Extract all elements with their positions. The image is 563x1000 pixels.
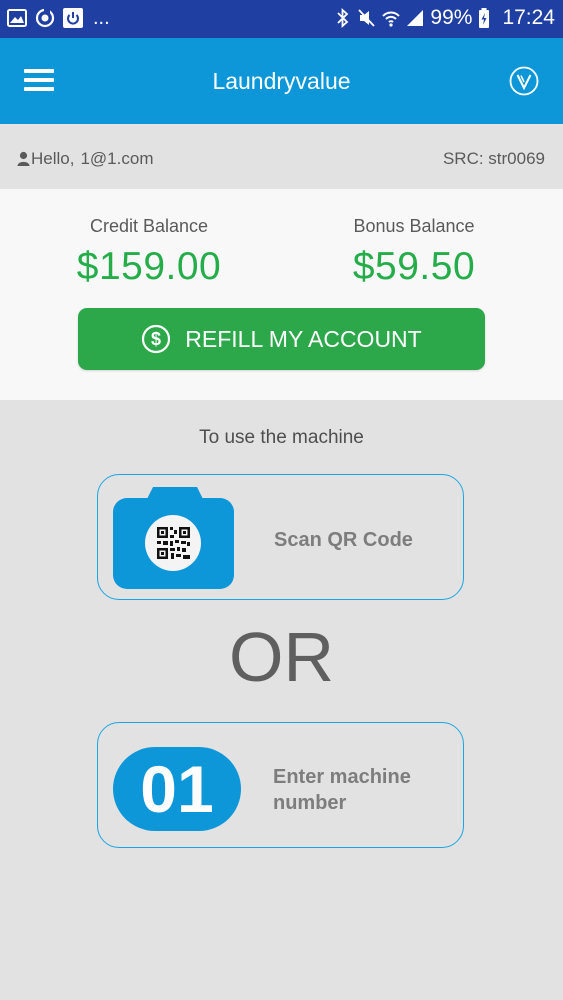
credit-balance-label: Credit Balance <box>89 216 209 236</box>
user-icon <box>17 151 30 167</box>
use-machine-label: To use the machine <box>199 427 364 448</box>
dollar-circle-icon: $ <box>141 324 171 354</box>
image-icon <box>7 8 27 28</box>
bluetooth-icon <box>334 7 352 29</box>
app-title: Laundryvalue <box>212 68 351 94</box>
user-info-row: Hello, 1@1.com SRC: str0069 <box>0 124 563 189</box>
battery-percent: 99% <box>430 6 473 29</box>
power-icon <box>63 8 83 28</box>
scan-qr-code-button[interactable]: Scan QR Code <box>97 474 464 600</box>
enter-machine-number-label: Enter machine number <box>273 764 411 816</box>
bonus-balance: Bonus Balance $59.50 <box>314 216 514 289</box>
src-code: SRC: str0069 <box>442 149 545 168</box>
user-greeting: Hello, 1@1.com <box>17 149 153 169</box>
clock: 17:24 <box>502 6 555 29</box>
refill-account-label: REFILL MY ACCOUNT <box>185 325 422 352</box>
sync-icon <box>35 8 55 28</box>
enter-machine-label-line2: number <box>273 792 347 814</box>
checkmark-logo-icon[interactable] <box>509 66 539 96</box>
bonus-balance-label: Bonus Balance <box>353 216 475 236</box>
mute-icon <box>358 7 376 29</box>
refill-account-button[interactable]: $ REFILL MY ACCOUNT <box>78 308 485 370</box>
camera-qr-icon <box>113 485 234 589</box>
svg-text:$: $ <box>151 329 161 349</box>
battery-charging-icon <box>478 7 496 29</box>
more-notifications-text: ... <box>93 7 110 29</box>
machine-number-badge: 01 <box>113 747 241 831</box>
or-divider-text: OR <box>229 618 334 696</box>
scan-qr-code-label: Scan QR Code <box>274 529 413 551</box>
credit-balance: Credit Balance $159.00 <box>49 216 249 289</box>
enter-machine-number-button[interactable]: 01 Enter machine number <box>97 722 464 848</box>
enter-machine-label-line1: Enter machine <box>273 766 411 788</box>
signal-icon <box>406 7 424 29</box>
credit-balance-value: $159.00 <box>76 245 222 288</box>
bonus-balance-value: $59.50 <box>352 245 476 288</box>
user-email: 1@1.com <box>80 149 154 168</box>
app-bar: Laundryvalue <box>0 38 563 124</box>
balance-panel: Credit Balance $159.00 Bonus Balance $59… <box>0 189 563 400</box>
greeting-text: Hello, <box>31 149 75 168</box>
wifi-icon <box>382 7 401 29</box>
status-bar: ... 99% 17:24 <box>0 0 563 38</box>
